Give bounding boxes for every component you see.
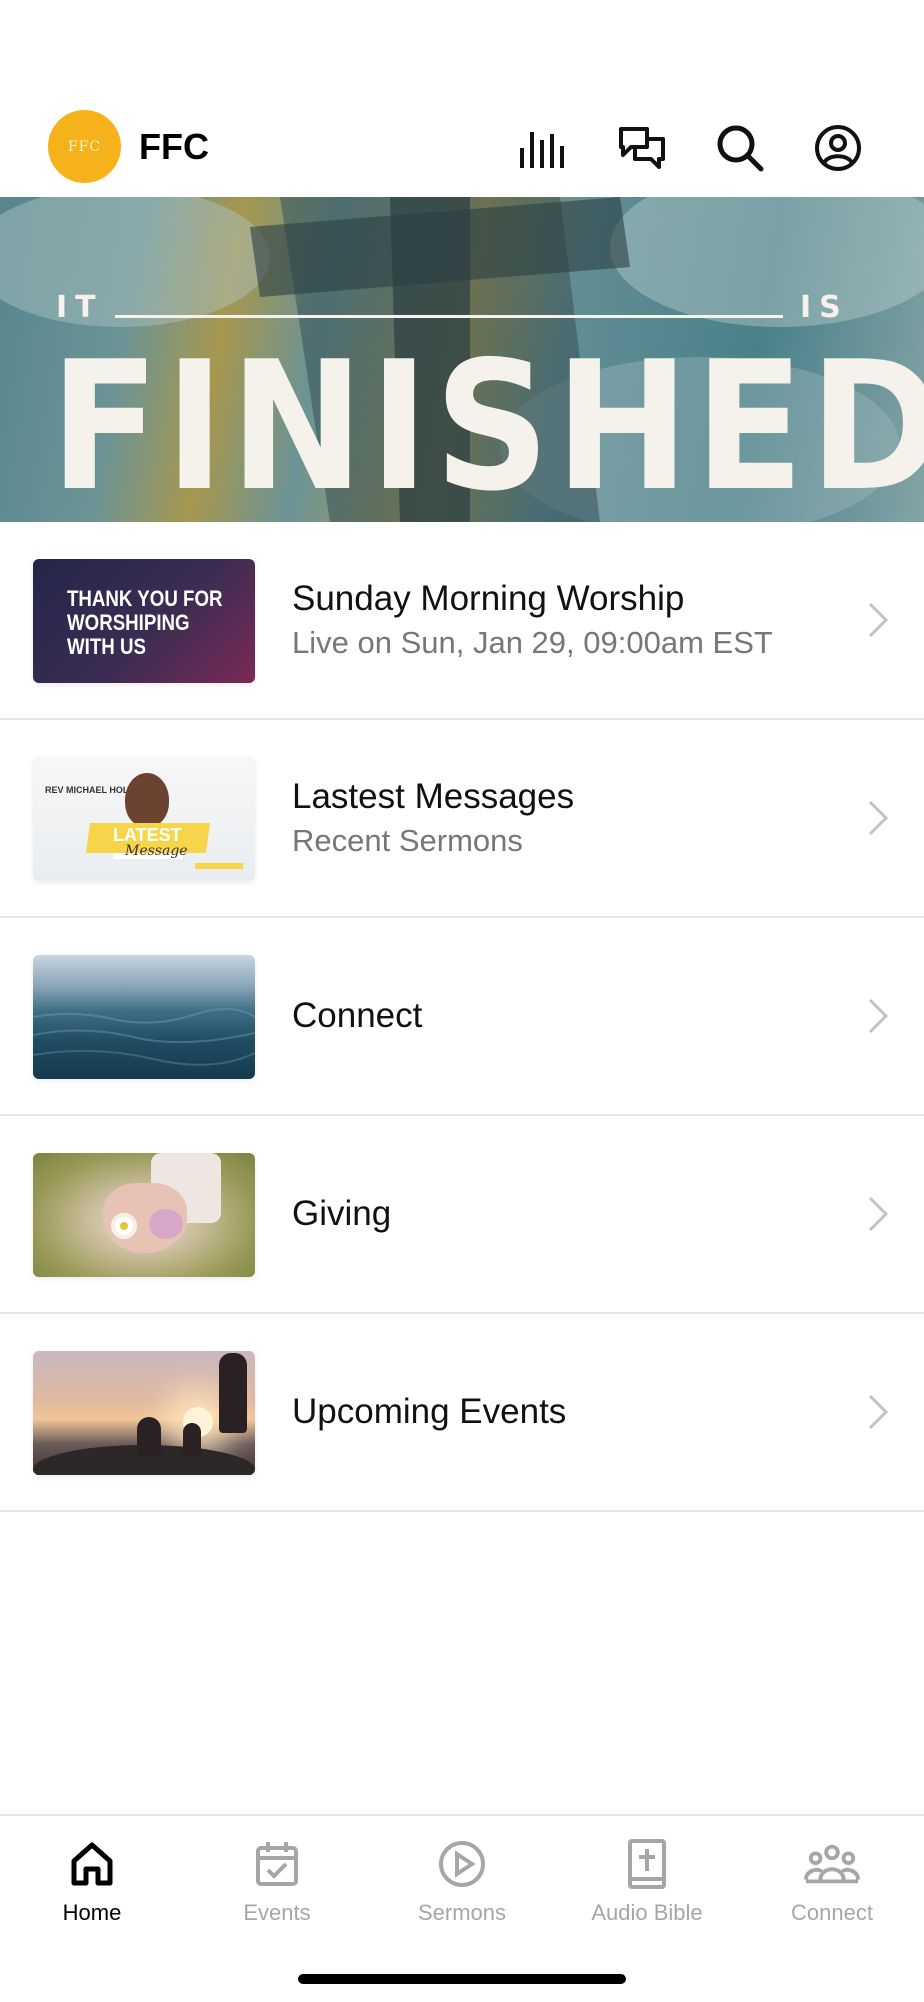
tab-label: Connect <box>791 1900 873 1925</box>
worship-thumbnail: THANK YOU FOR WORSHIPING WITH US <box>33 559 255 683</box>
home-icon <box>64 1836 120 1892</box>
list-item-connect[interactable]: Connect <box>0 918 924 1116</box>
audio-bars-icon[interactable] <box>518 122 570 174</box>
tab-events[interactable]: Events <box>185 1816 369 1936</box>
tab-connect[interactable]: Connect <box>740 1816 924 1936</box>
banner-small-right: IS <box>800 290 849 325</box>
list-item-giving[interactable]: Giving <box>0 1116 924 1314</box>
daisy-center <box>120 1222 128 1230</box>
chevron-right-icon <box>868 1196 889 1232</box>
list-item-subtitle: Recent Sermons <box>292 823 523 858</box>
list-item-upcoming-events[interactable]: Upcoming Events <box>0 1314 924 1512</box>
bible-icon <box>619 1836 675 1892</box>
list-item-latest-messages[interactable]: REV MICHAEL HOLT LATEST Message Lastest … <box>0 720 924 918</box>
tab-sermons[interactable]: Sermons <box>370 1816 554 1936</box>
person-silhouette <box>137 1417 161 1457</box>
messages-thumbnail: REV MICHAEL HOLT LATEST Message <box>33 757 255 881</box>
list-item-title: Connect <box>292 996 423 1035</box>
thumb-message-text: Message <box>125 843 188 859</box>
pink-flower <box>149 1209 183 1239</box>
list-item-title: Sunday Morning Worship <box>292 579 685 618</box>
church-logo[interactable]: FFC <box>48 110 121 183</box>
logo-text: FFC <box>67 138 102 155</box>
ocean-thumbnail <box>33 955 255 1079</box>
thumb-speaker-name: REV MICHAEL HOLT <box>45 785 134 795</box>
wave-lines <box>33 1007 255 1066</box>
top-header: FFC FFC <box>0 100 924 196</box>
thumb-tag <box>195 863 243 869</box>
person-silhouette <box>183 1423 201 1457</box>
chevron-right-icon <box>868 602 889 638</box>
app-name: FFC <box>139 126 209 167</box>
tab-label: Events <box>243 1900 311 1925</box>
profile-icon[interactable] <box>812 122 864 174</box>
giving-thumbnail <box>33 1153 255 1277</box>
chat-icon[interactable] <box>616 122 668 174</box>
speaker-photo <box>125 773 169 827</box>
chevron-right-icon <box>868 998 889 1034</box>
tab-label: Home <box>62 1900 122 1925</box>
list-item-title: Giving <box>292 1194 392 1233</box>
person-silhouette <box>219 1353 247 1433</box>
chevron-right-icon <box>868 800 889 836</box>
list-item-sunday-worship[interactable]: THANK YOU FOR WORSHIPING WITH US Sunday … <box>0 522 924 720</box>
banner-divider <box>115 315 783 318</box>
tab-audio-bible[interactable]: Audio Bible <box>555 1816 739 1936</box>
play-circle-icon <box>434 1836 490 1892</box>
tab-label: Audio Bible <box>591 1900 703 1925</box>
home-indicator[interactable] <box>298 1974 626 1984</box>
tab-home[interactable]: Home <box>0 1816 184 1936</box>
banner-title: FINISHED <box>50 323 924 522</box>
featured-banner[interactable]: IT IS FINISHED <box>0 197 924 522</box>
thumb-caption: THANK YOU FOR WORSHIPING WITH US <box>67 586 223 659</box>
list-item-subtitle: Live on Sun, Jan 29, 09:00am EST <box>292 625 773 660</box>
list-item-title: Upcoming Events <box>292 1392 567 1431</box>
chevron-right-icon <box>868 1394 889 1430</box>
tab-label: Sermons <box>417 1900 507 1925</box>
list-item-title: Lastest Messages <box>292 777 575 816</box>
banner-small-left: IT <box>56 290 104 325</box>
group-icon <box>804 1836 860 1892</box>
search-icon[interactable] <box>714 122 766 174</box>
events-thumbnail <box>33 1351 255 1475</box>
calendar-check-icon <box>249 1836 305 1892</box>
home-menu-list: THANK YOU FOR WORSHIPING WITH US Sunday … <box>0 522 924 1512</box>
